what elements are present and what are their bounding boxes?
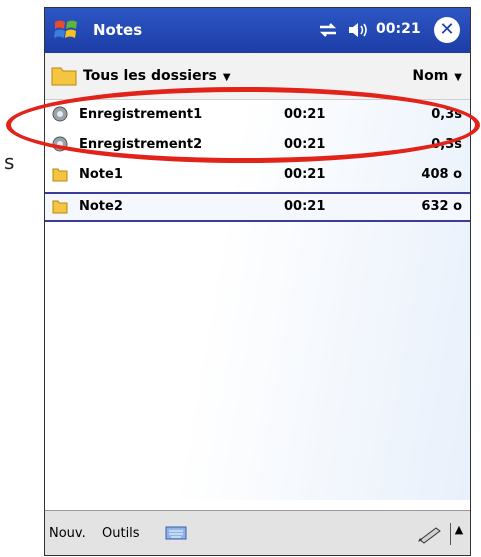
windows-start-icon[interactable]	[53, 17, 79, 43]
folder-dropdown-label: Tous les dossiers	[83, 68, 217, 84]
list-item[interactable]: Note1 00:21 408 o	[45, 162, 470, 188]
file-name: Note2	[79, 199, 123, 214]
menu-bar: Nouv. Outils ▲	[45, 510, 470, 555]
stray-text: s	[4, 150, 15, 174]
file-time: 00:21	[284, 199, 326, 214]
chevron-down-icon: ▼	[222, 72, 231, 83]
folder-dropdown[interactable]: Tous les dossiers ▼	[83, 68, 231, 84]
chevron-up-icon[interactable]: ▲	[450, 523, 467, 545]
file-name: Note1	[79, 167, 123, 182]
new-button[interactable]: Nouv.	[49, 526, 86, 541]
app-title: Notes	[93, 21, 143, 39]
clock[interactable]: 00:21	[376, 21, 421, 37]
highlight-oval	[6, 87, 480, 163]
chevron-down-icon: ▼	[454, 72, 462, 83]
pen-input-icon[interactable]	[416, 524, 444, 544]
sort-dropdown-label: Nom	[412, 68, 449, 84]
file-size: 408 o	[421, 167, 462, 182]
tools-menu[interactable]: Outils	[102, 526, 140, 541]
list-item[interactable]: Note2 00:21 632 o	[45, 192, 470, 222]
folder-icon	[51, 67, 77, 86]
connectivity-icon[interactable]	[317, 19, 339, 41]
note-icon	[52, 200, 68, 214]
file-size: 632 o	[421, 199, 462, 214]
file-time: 00:21	[284, 167, 326, 182]
note-icon	[52, 168, 68, 182]
sort-dropdown[interactable]: Nom ▼	[412, 68, 462, 84]
keyboard-icon[interactable]	[165, 525, 187, 541]
close-button[interactable]: ✕	[434, 17, 460, 43]
title-bar: Notes 00:21 ✕	[45, 8, 470, 53]
speaker-icon[interactable]	[346, 19, 370, 41]
